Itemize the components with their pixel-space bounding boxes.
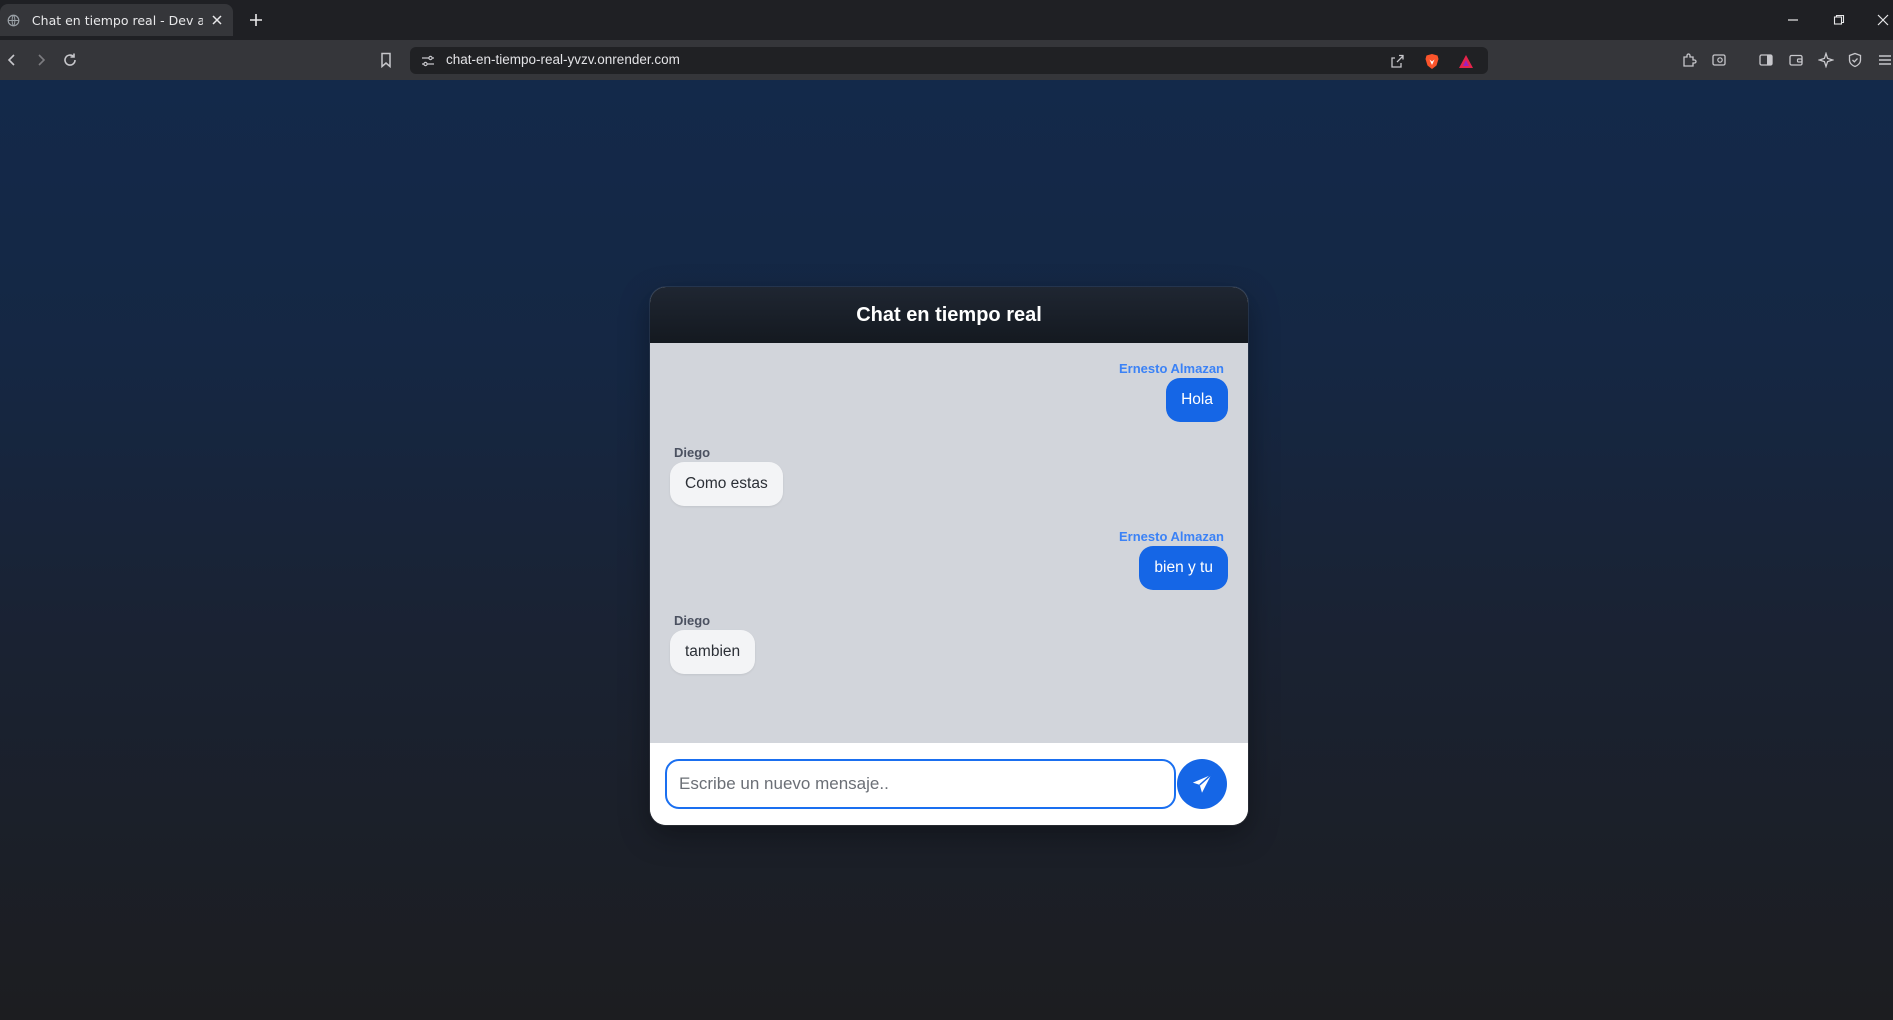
chat-header: Chat en tiempo real — [650, 287, 1248, 343]
page-background: Chat en tiempo real Ernesto Almazan Hola… — [0, 80, 1893, 1020]
minimize-icon[interactable] — [1781, 8, 1805, 32]
tab-title: Chat en tiempo real - Dev almazan — [31, 12, 204, 28]
leo-ai-icon[interactable] — [1814, 48, 1838, 72]
message-author: Ernesto Almazan — [1119, 529, 1224, 544]
message-author: Diego — [674, 613, 711, 628]
share-icon[interactable] — [1387, 51, 1407, 71]
message-bubble: Como estas — [670, 462, 783, 506]
bookmark-icon[interactable] — [374, 48, 398, 72]
back-icon[interactable] — [0, 48, 24, 72]
message-bubble: bien y tu — [1139, 546, 1228, 590]
brave-rewards-icon[interactable] — [1456, 51, 1476, 71]
paper-plane-icon — [1191, 773, 1213, 795]
message-composer — [650, 743, 1248, 825]
message-item: Ernesto Almazan bien y tu — [650, 511, 1248, 595]
address-bar[interactable]: chat-en-tiempo-real-yvzv.onrender.com — [410, 47, 1488, 74]
globe-icon — [6, 12, 22, 28]
restore-icon[interactable] — [1827, 8, 1851, 32]
message-list: Ernesto Almazan Hola Diego Como estas Er… — [650, 343, 1248, 743]
reader-mode-icon[interactable] — [1707, 48, 1731, 72]
vpn-shield-icon[interactable] — [1843, 48, 1867, 72]
extensions-icon[interactable] — [1677, 48, 1701, 72]
message-item: Ernesto Almazan Hola — [650, 343, 1248, 427]
sidebar-icon[interactable] — [1754, 48, 1778, 72]
new-tab-icon[interactable] — [245, 9, 267, 31]
brave-shields-icon[interactable] — [1422, 51, 1442, 71]
reload-icon[interactable] — [58, 48, 82, 72]
message-input[interactable] — [665, 759, 1176, 809]
chat-window: Chat en tiempo real Ernesto Almazan Hola… — [650, 287, 1248, 825]
menu-icon[interactable] — [1873, 48, 1893, 72]
forward-icon[interactable] — [29, 48, 53, 72]
site-settings-icon[interactable] — [418, 51, 438, 71]
close-window-icon[interactable] — [1871, 8, 1893, 32]
chat-title: Chat en tiempo real — [856, 303, 1042, 326]
message-bubble: Hola — [1166, 378, 1228, 422]
message-item: Diego Como estas — [650, 427, 1248, 511]
url-text: chat-en-tiempo-real-yvzv.onrender.com — [446, 52, 680, 67]
close-tab-icon[interactable] — [207, 10, 227, 30]
send-button[interactable] — [1177, 759, 1227, 809]
wallet-icon[interactable] — [1784, 48, 1808, 72]
browser-tab-bar: Chat en tiempo real - Dev almazan — [0, 0, 1893, 40]
message-author: Ernesto Almazan — [1119, 361, 1224, 376]
browser-tab[interactable]: Chat en tiempo real - Dev almazan — [0, 4, 233, 36]
message-author: Diego — [674, 445, 711, 460]
message-item: Diego tambien — [650, 595, 1248, 679]
message-bubble: tambien — [670, 630, 756, 674]
